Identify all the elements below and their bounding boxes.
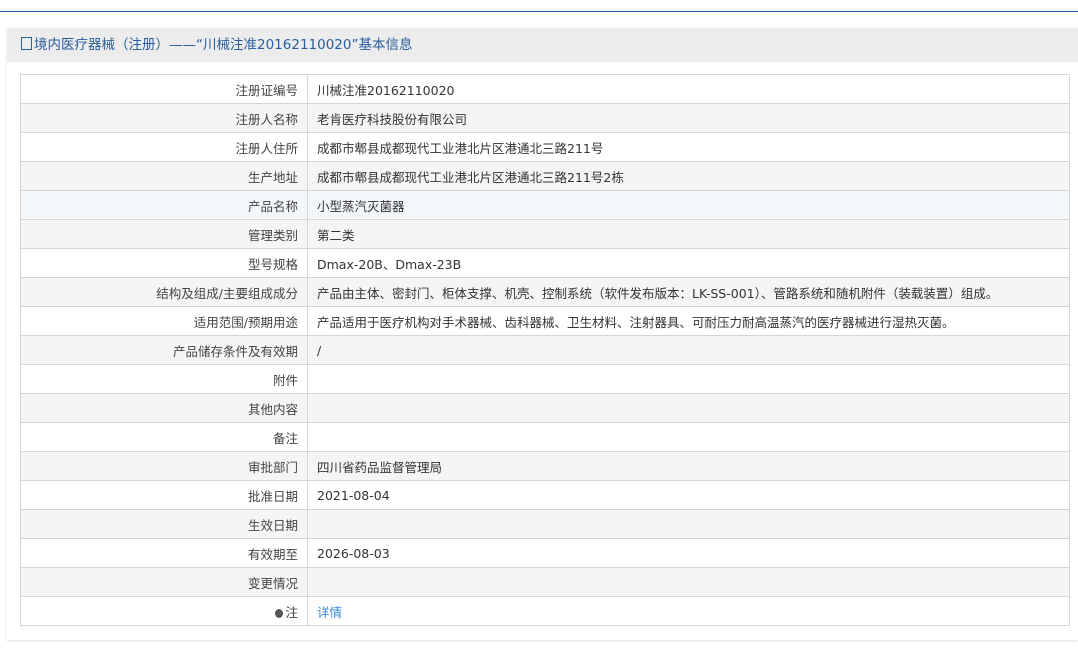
- row-value: Dmax-20B、Dmax-23B: [307, 248, 1070, 278]
- note-label: 注: [285, 604, 298, 620]
- row-value: 成都市郫县成都现代工业港北片区港通北三路211号: [307, 132, 1070, 162]
- row-label: 生效日期: [20, 509, 308, 539]
- details-link[interactable]: 详情: [317, 605, 342, 620]
- lightbulb-icon: [275, 608, 284, 618]
- row-label: 审批部门: [20, 451, 308, 481]
- row-value: 川械注准20162110020: [307, 74, 1070, 104]
- table-row: 管理类别 第二类: [20, 219, 1070, 249]
- row-label: 产品储存条件及有效期: [20, 335, 308, 365]
- row-label: 附件: [20, 364, 308, 394]
- row-value: [307, 422, 1070, 452]
- table-row: 批准日期 2021-08-04: [20, 480, 1070, 510]
- row-label: 管理类别: [20, 219, 308, 249]
- row-label: 其他内容: [20, 393, 308, 423]
- row-label: 注: [20, 596, 308, 626]
- row-label: 生产地址: [20, 161, 308, 191]
- panel-header: 境内医疗器械（注册）——“川械注准20162110020”基本信息: [7, 28, 1078, 62]
- table-row: 有效期至 2026-08-03: [20, 538, 1070, 568]
- table-row: 审批部门 四川省药品监督管理局: [20, 451, 1070, 481]
- table-row: 注册人住所 成都市郫县成都现代工业港北片区港通北三路211号: [20, 132, 1070, 162]
- table-row: 其他内容: [20, 393, 1070, 423]
- row-value: 小型蒸汽灭菌器: [307, 190, 1070, 220]
- row-label: 结构及组成/主要组成成分: [20, 277, 308, 307]
- table-row: 变更情况: [20, 567, 1070, 597]
- top-divider: [0, 11, 1078, 12]
- row-label: 型号规格: [20, 248, 308, 278]
- row-value: [307, 509, 1070, 539]
- table-row: 附件: [20, 364, 1070, 394]
- row-label: 产品名称: [20, 190, 308, 220]
- table-row: 产品名称 小型蒸汽灭菌器: [20, 190, 1070, 220]
- row-value: /: [307, 335, 1070, 365]
- row-value: 2021-08-04: [307, 480, 1070, 510]
- row-label: 批准日期: [20, 480, 308, 510]
- table-row: 型号规格 Dmax-20B、Dmax-23B: [20, 248, 1070, 278]
- row-value: 老肯医疗科技股份有限公司: [307, 103, 1070, 133]
- row-value: [307, 567, 1070, 597]
- table-row: 产品储存条件及有效期 /: [20, 335, 1070, 365]
- row-value: 2026-08-03: [307, 538, 1070, 568]
- row-value: 产品适用于医疗机构对手术器械、齿科器械、卫生材料、注射器具、可耐压力耐高温蒸汽的…: [307, 306, 1070, 336]
- table-row: 结构及组成/主要组成成分 产品由主体、密封门、柜体支撑、机壳、控制系统（软件发布版…: [20, 277, 1070, 307]
- table-row: 备注: [20, 422, 1070, 452]
- row-value: [307, 364, 1070, 394]
- table-row: 注册人名称 老肯医疗科技股份有限公司: [20, 103, 1070, 133]
- row-label: 适用范围/预期用途: [20, 306, 308, 336]
- table-row: 生效日期: [20, 509, 1070, 539]
- table-row: 生产地址 成都市郫县成都现代工业港北片区港通北三路211号2栋: [20, 161, 1070, 191]
- row-label: 注册人住所: [20, 132, 308, 162]
- row-value: 第二类: [307, 219, 1070, 249]
- row-label: 有效期至: [20, 538, 308, 568]
- row-value: 成都市郫县成都现代工业港北片区港通北三路211号2栋: [307, 161, 1070, 191]
- info-table: 注册证编号 川械注准20162110020 注册人名称 老肯医疗科技股份有限公司 注册人…: [20, 74, 1070, 626]
- row-label: 备注: [20, 422, 308, 452]
- table-row: 适用范围/预期用途 产品适用于医疗机构对手术器械、齿科器械、卫生材料、注射器具、可…: [20, 306, 1070, 336]
- info-panel: 境内医疗器械（注册）——“川械注准20162110020”基本信息 注册证编号川…: [7, 28, 1078, 640]
- table-row: 注册证编号 川械注准20162110020: [20, 74, 1070, 104]
- row-value: 详情: [307, 596, 1070, 626]
- row-value: [307, 393, 1070, 423]
- row-value: 产品由主体、密封门、柜体支撑、机壳、控制系统（软件发布版本：LK-SS-001）…: [307, 277, 1070, 307]
- row-label: 变更情况: [20, 567, 308, 597]
- panel-title: 境内医疗器械（注册）——“川械注准20162110020”基本信息: [34, 37, 413, 53]
- row-label: 注册人名称: [20, 103, 308, 133]
- table-row-note: 注 详情: [20, 596, 1070, 626]
- row-label: 注册证编号: [20, 74, 308, 104]
- row-value: 四川省药品监督管理局: [307, 451, 1070, 481]
- document-icon: [21, 37, 32, 50]
